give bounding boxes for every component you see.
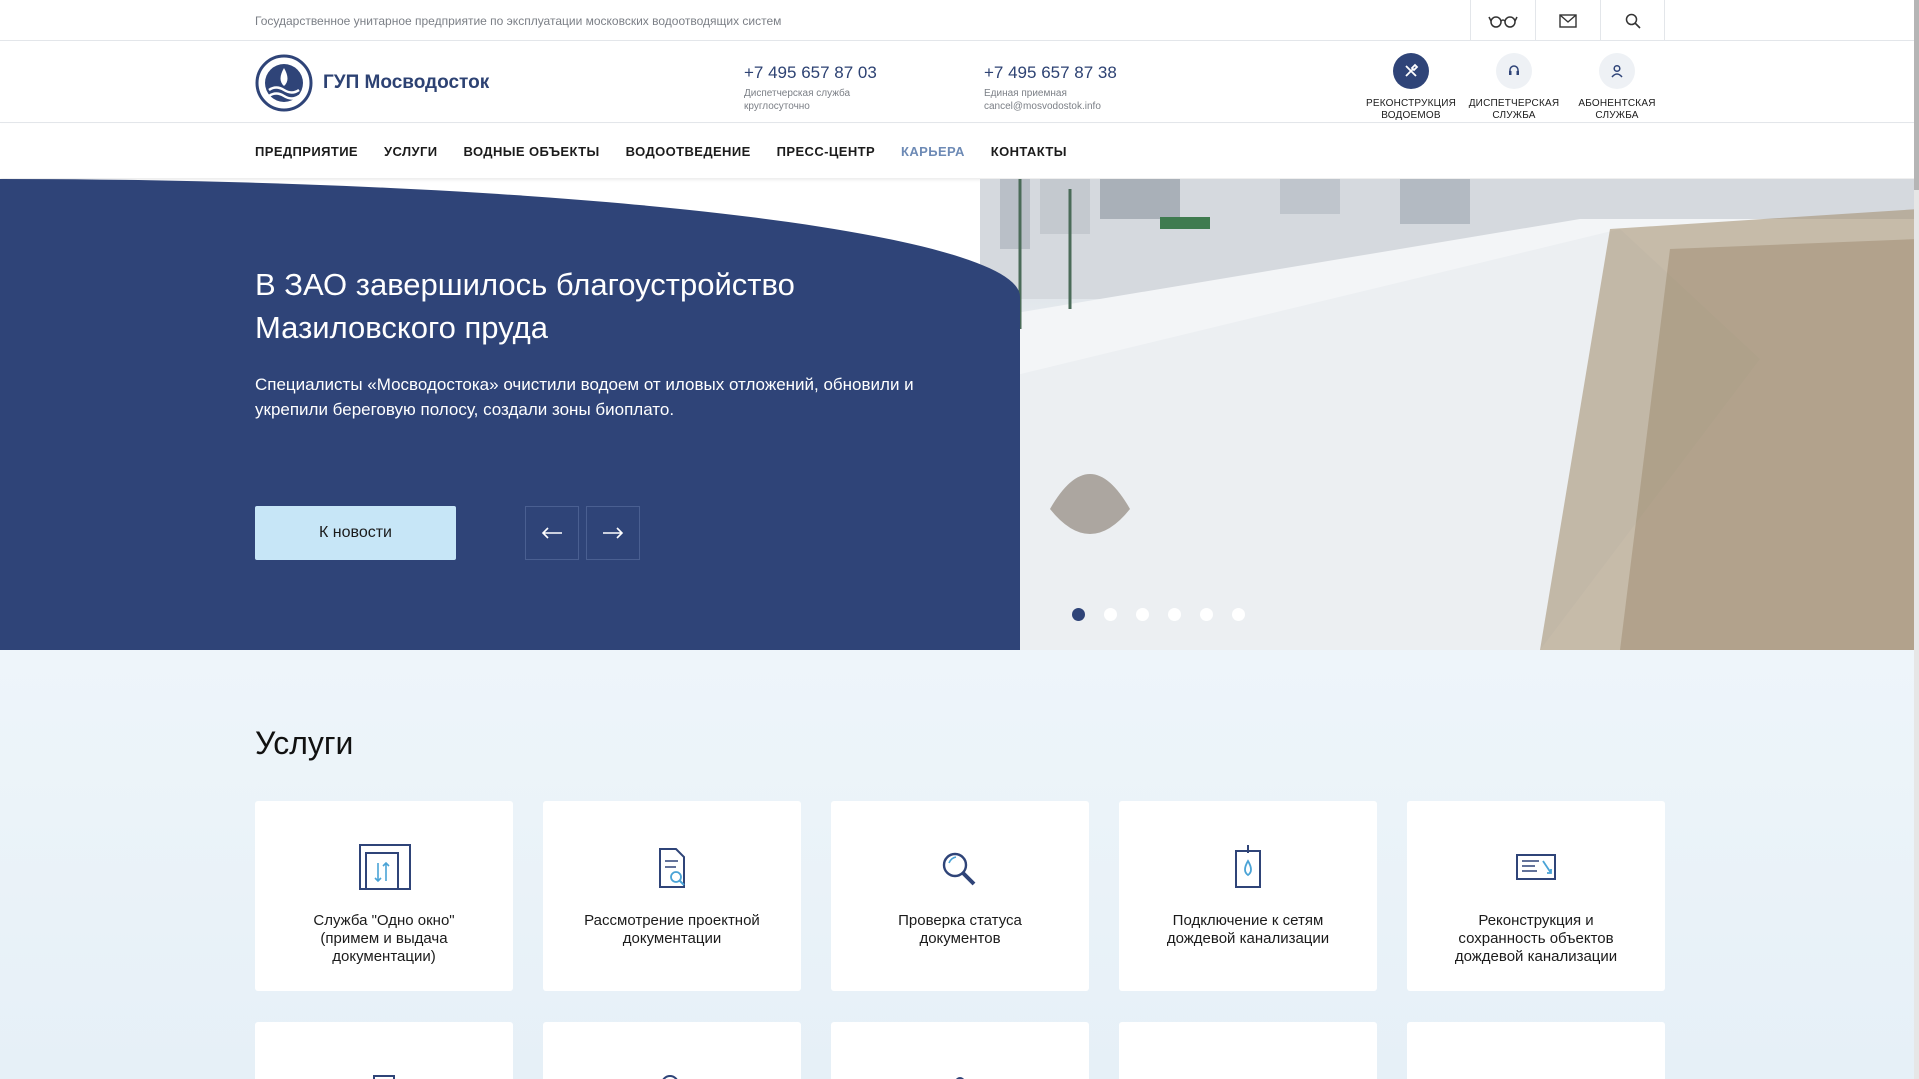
reconstruction-service-label: РЕКОНСТРУКЦИЯ ВОДОЕМОВ [1365, 98, 1457, 121]
dispatch-service-label: ДИСПЕТЧЕРСКАЯ СЛУЖБА [1468, 98, 1560, 121]
arrow-right-icon [603, 527, 624, 539]
reception-caption: Единая приемная cancel@mosvodostok.info [984, 87, 1114, 113]
documents-exchange-icon [359, 844, 411, 890]
page-scrollbar[interactable] [1914, 0, 1919, 1079]
subscriber-service-link[interactable]: АБОНЕНТСКАЯ СЛУЖБА [1562, 53, 1672, 122]
nav-item-contacts[interactable]: КОНТАКТЫ [991, 144, 1067, 159]
dispatch-service-link[interactable]: ДИСПЕТЧЕРСКАЯ СЛУЖБА [1459, 53, 1569, 122]
hero-photo [980, 179, 1919, 650]
site-tagline: Государственное унитарное предприятие по… [255, 14, 782, 28]
service-card[interactable] [543, 1022, 801, 1079]
service-card-label: Подключение к сетям дождевой канализации [1166, 912, 1330, 947]
service-icon [1228, 1070, 1268, 1079]
hero-slider: В ЗАО завершилось благоустройство Мазило… [0, 179, 1919, 650]
mail-icon [1559, 13, 1577, 28]
reconstruction-service-link[interactable]: РЕКОНСТРУКЦИЯ ВОДОЕМОВ [1356, 53, 1466, 122]
page: Государственное унитарное предприятие по… [0, 0, 1919, 1079]
slider-dot[interactable] [1232, 608, 1245, 621]
to-news-button[interactable]: К новости [255, 506, 456, 560]
scrollbar-thumb[interactable] [1914, 0, 1919, 190]
slider-dots [1072, 608, 1264, 621]
top-strip: Государственное унитарное предприятие по… [0, 0, 1919, 41]
top-icons [1470, 0, 1665, 41]
service-card-label: Проверка статуса документов [898, 912, 1022, 947]
prev-slide-button[interactable] [525, 506, 579, 560]
service-icon [956, 1077, 964, 1079]
header: ГУП Мосводосток +7 495 657 87 03 Диспетч… [0, 41, 1919, 123]
mail-button[interactable] [1535, 0, 1600, 41]
services-title: Услуги [255, 725, 354, 761]
slider-dot[interactable] [1168, 608, 1181, 621]
service-card-label: Служба "Одно окно" (примем и выдача доку… [313, 912, 455, 965]
arrow-left-icon [541, 527, 562, 539]
service-card[interactable] [831, 1022, 1089, 1079]
nav-item-drainage[interactable]: ВОДООТВЕДЕНИЕ [626, 144, 751, 159]
service-icon [373, 1075, 395, 1079]
next-slide-button[interactable] [586, 506, 640, 560]
service-icon [662, 1075, 678, 1079]
mosvodostok-logo-icon [255, 54, 313, 112]
service-card[interactable] [255, 1022, 513, 1079]
services-section: Услуги Служба "Одно окно" (примем и выда… [0, 650, 1919, 1079]
nav-item-enterprise[interactable]: ПРЕДПРИЯТИЕ [255, 144, 358, 159]
hero-text: Специалисты «Мосводостока» очистили водо… [255, 375, 914, 419]
tools-icon [1393, 53, 1429, 89]
nav-item-press-center[interactable]: ПРЕСС-ЦЕНТР [777, 144, 875, 159]
magnifier-icon [942, 852, 976, 886]
service-card-document-status[interactable]: Проверка статуса документов [831, 801, 1089, 991]
service-card-reconstruction[interactable]: Реконструкция и сохранность объектов дож… [1407, 801, 1665, 991]
service-card-storm-sewer-connection[interactable]: Подключение к сетям дождевой канализации [1119, 801, 1377, 991]
dispatch-phone-caption: Диспетчерская служба круглосуточно [744, 88, 851, 112]
service-card[interactable] [1407, 1022, 1665, 1079]
logo-title: ГУП Мосводосток [323, 72, 490, 93]
frozen-pond-image [980, 179, 1919, 650]
slider-dot[interactable] [1200, 608, 1213, 621]
reception-email[interactable]: cancel@mosvodostok.info [984, 100, 1114, 113]
headset-icon [1496, 53, 1532, 89]
dispatch-phone-block: +7 495 657 87 03 Диспетчерская служба кр… [744, 63, 877, 113]
glasses-icon [1488, 15, 1518, 28]
service-card-label: Реконструкция и сохранность объектов дож… [1454, 912, 1618, 965]
reception-phone-block: +7 495 657 87 38 Единая приемная cancel@… [984, 63, 1117, 113]
slider-dot[interactable] [1072, 608, 1085, 621]
service-card[interactable] [1119, 1022, 1377, 1079]
nav-item-career[interactable]: КАРЬЕРА [901, 144, 965, 159]
subscriber-service-label: АБОНЕНТСКАЯ СЛУЖБА [1578, 98, 1656, 121]
reception-caption-title: Единая приемная [984, 88, 1067, 99]
blueprint-icon [1516, 854, 1556, 880]
service-icon [1516, 1070, 1556, 1079]
nav-item-services[interactable]: УСЛУГИ [384, 144, 437, 159]
search-button[interactable] [1600, 0, 1665, 41]
nav-item-water-objects[interactable]: ВОДНЫЕ ОБЪЕКТЫ [464, 144, 600, 159]
main-nav: ПРЕДПРИЯТИЕ УСЛУГИ ВОДНЫЕ ОБЪЕКТЫ ВОДООТ… [0, 124, 1919, 178]
service-card-one-window[interactable]: Служба "Одно окно" (примем и выдача доку… [255, 801, 513, 991]
slider-dot[interactable] [1136, 608, 1149, 621]
reception-phone-number[interactable]: +7 495 657 87 38 [984, 63, 1117, 83]
user-icon [1599, 53, 1635, 89]
service-card-label: Рассмотрение проектной документации [584, 912, 760, 947]
document-search-icon [659, 848, 685, 888]
hero-title: В ЗАО завершилось благоустройство Мазило… [255, 267, 795, 345]
service-card-project-review[interactable]: Рассмотрение проектной документации [543, 801, 801, 991]
slider-dot[interactable] [1104, 608, 1117, 621]
dispatch-phone-number[interactable]: +7 495 657 87 03 [744, 63, 877, 83]
accessibility-glasses-button[interactable] [1470, 0, 1535, 41]
search-icon [1625, 13, 1641, 29]
water-drop-device-icon [1235, 845, 1261, 888]
logo-link[interactable]: ГУП Мосводосток [255, 54, 489, 112]
